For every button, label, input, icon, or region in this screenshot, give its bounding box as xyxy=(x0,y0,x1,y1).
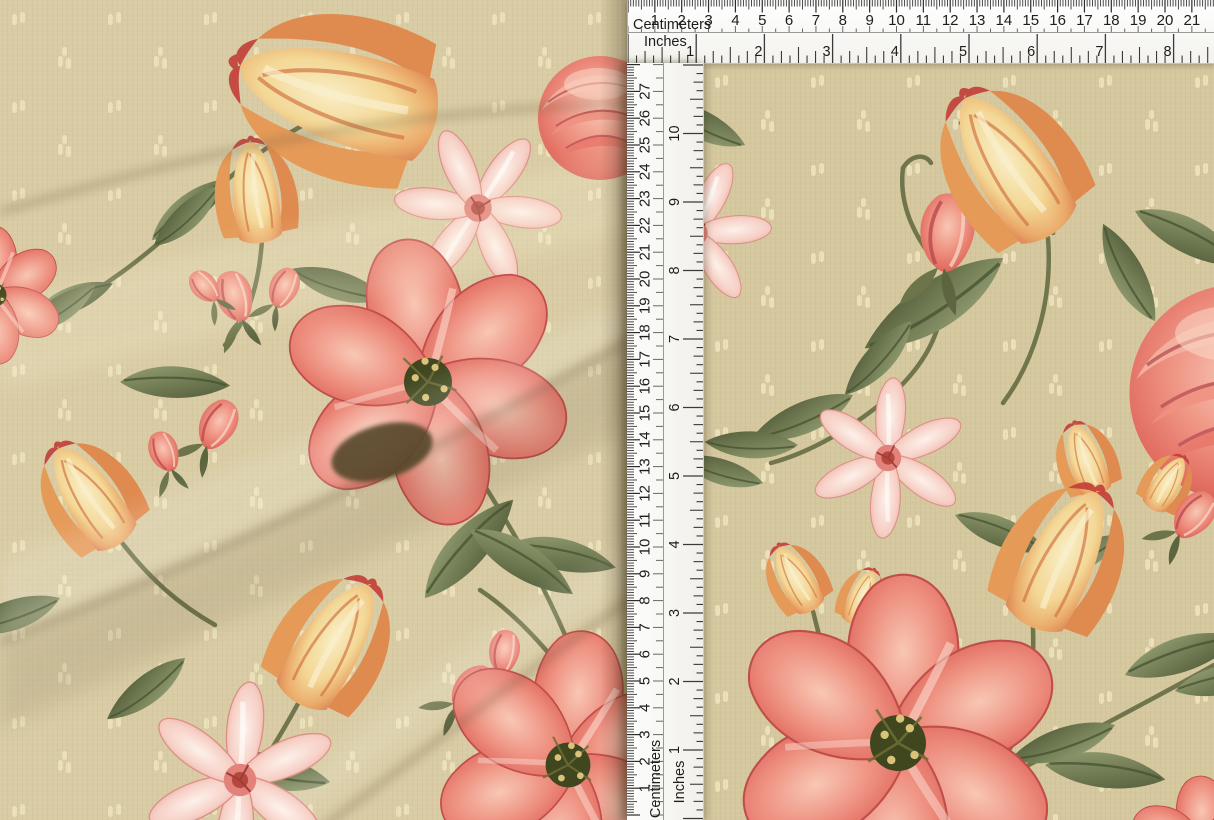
v-cm-number-10: 10 xyxy=(637,539,654,556)
draped-fabric-photo xyxy=(0,0,729,820)
v-inch-number-6: 6 xyxy=(667,403,683,411)
h-inch-number-7: 7 xyxy=(1095,44,1103,60)
vertical-ruler-inches-label: Inches xyxy=(673,761,687,804)
v-inch-number-3: 3 xyxy=(667,609,683,617)
v-cm-number-26: 26 xyxy=(637,110,654,127)
v-cm-number-15: 15 xyxy=(637,405,654,422)
v-cm-number-6: 6 xyxy=(637,650,654,658)
v-cm-number-22: 22 xyxy=(637,217,654,234)
h-inch-number-1: 1 xyxy=(686,44,694,60)
v-cm-number-23: 23 xyxy=(637,190,654,207)
v-cm-number-9: 9 xyxy=(637,570,654,578)
v-cm-number-3: 3 xyxy=(637,730,654,738)
v-cm-number-12: 12 xyxy=(637,485,654,502)
horizontal-ruler-inches-label: Inches xyxy=(644,35,687,49)
v-cm-number-13: 13 xyxy=(637,458,654,475)
v-inch-number-8: 8 xyxy=(667,266,683,274)
v-cm-number-16: 16 xyxy=(637,378,654,395)
v-cm-number-21: 21 xyxy=(637,244,654,261)
v-cm-number-24: 24 xyxy=(637,163,654,180)
v-inch-number-9: 9 xyxy=(667,198,683,206)
vertical-ruler-scale: 1234567891011121314151617181920212223242… xyxy=(627,63,703,820)
v-cm-number-7: 7 xyxy=(637,623,654,631)
v-inch-number-10: 10 xyxy=(667,125,683,141)
horizontal-ruler: 1234567891011121314151617181920211234567… xyxy=(627,0,1214,64)
horizontal-ruler-scale: 1234567891011121314151617181920211234567… xyxy=(628,0,1214,63)
v-cm-number-17: 17 xyxy=(637,351,654,368)
v-cm-number-20: 20 xyxy=(637,271,654,288)
vertical-ruler-centimeters-label: Centimeters xyxy=(649,740,663,818)
h-inch-number-3: 3 xyxy=(823,44,831,60)
v-cm-number-19: 19 xyxy=(637,297,654,314)
h-inch-number-8: 8 xyxy=(1164,44,1172,60)
fabric-product-photo: 1234567891011121314151617181920211234567… xyxy=(0,0,1214,820)
v-inch-number-1: 1 xyxy=(667,746,683,754)
h-inch-number-5: 5 xyxy=(959,44,967,60)
v-cm-number-27: 27 xyxy=(637,83,654,100)
v-inch-number-4: 4 xyxy=(667,540,683,548)
v-inch-number-2: 2 xyxy=(667,677,683,685)
v-cm-number-8: 8 xyxy=(637,596,654,604)
h-inch-number-6: 6 xyxy=(1027,44,1035,60)
v-inch-number-5: 5 xyxy=(667,472,683,480)
v-cm-number-11: 11 xyxy=(637,512,654,528)
horizontal-ruler-centimeters-label: Centimeters xyxy=(633,18,711,32)
v-cm-number-18: 18 xyxy=(637,324,654,341)
h-inch-number-2: 2 xyxy=(754,44,762,60)
v-cm-number-25: 25 xyxy=(637,137,654,154)
v-cm-number-14: 14 xyxy=(637,431,654,448)
fabric-photo-illustration xyxy=(0,0,1214,820)
h-inch-number-4: 4 xyxy=(891,44,899,60)
v-inch-number-7: 7 xyxy=(667,335,683,343)
vertical-ruler: 1234567891011121314151617181920212223242… xyxy=(627,63,704,820)
v-cm-number-5: 5 xyxy=(637,677,654,685)
v-cm-number-4: 4 xyxy=(637,704,654,712)
